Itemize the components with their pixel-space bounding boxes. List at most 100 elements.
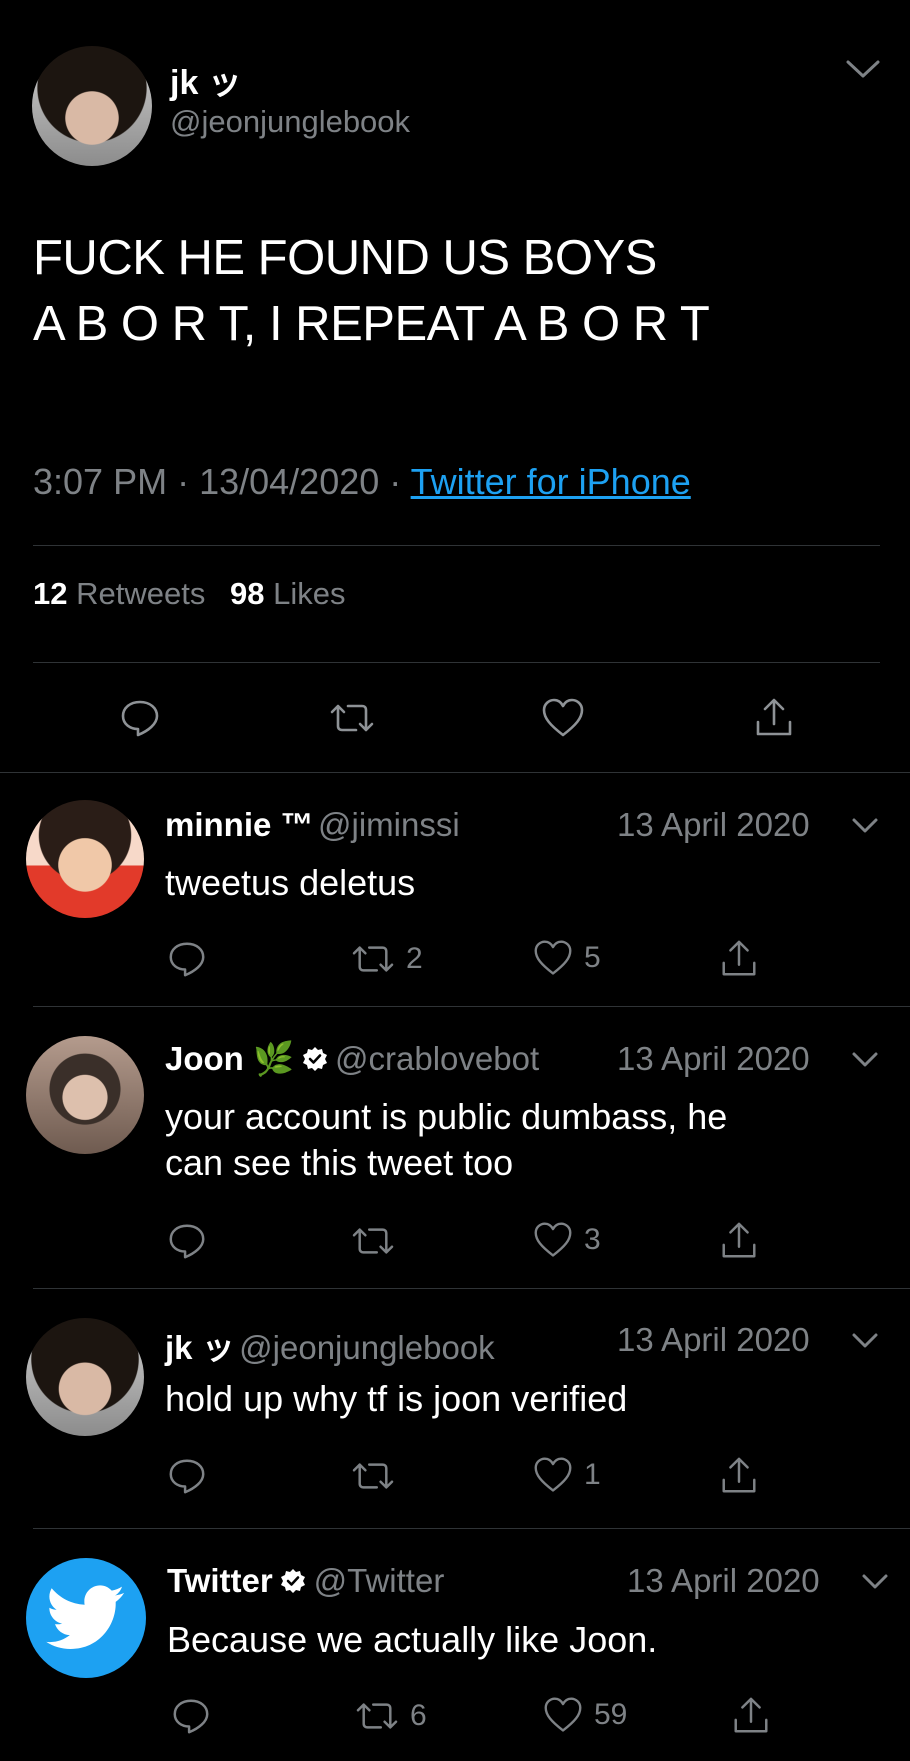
share-button[interactable] — [718, 1455, 760, 1497]
reply-date: 13 April 2020 — [617, 1321, 810, 1358]
reply-avatar[interactable] — [26, 1036, 144, 1154]
reply-display-name[interactable]: Twitter — [167, 1562, 273, 1599]
reply-text: tweetus deletus — [165, 862, 416, 903]
likes-stat[interactable]: 98 Likes — [230, 576, 345, 611]
divider — [33, 662, 880, 663]
main-tweet-text-line1: FUCK HE FOUND US BOYS — [33, 231, 657, 285]
retweets-count: 12 — [33, 576, 68, 611]
share-icon — [722, 940, 756, 976]
share-button[interactable] — [718, 1220, 760, 1262]
reply-handle[interactable]: @Twitter — [314, 1562, 445, 1599]
share-icon — [722, 1222, 756, 1258]
reply-icon — [169, 1459, 205, 1494]
reply-button[interactable] — [166, 938, 208, 980]
main-tweet-text-line2: A B O R T, I REPEAT A B O R T — [33, 297, 710, 351]
reply-date: 13 April 2020 — [617, 806, 810, 843]
main-tweet-display-name[interactable]: jk ッ — [170, 55, 242, 104]
main-tweet-handle[interactable]: @jeonjunglebook — [170, 104, 410, 140]
reply-header: minnie ™ @jiminssi — [165, 806, 460, 844]
tweet-source-link[interactable]: Twitter for iPhone — [411, 461, 691, 502]
meta-dot: · — [389, 461, 411, 502]
reply-chevron-down-icon[interactable] — [858, 1566, 892, 1601]
reply-avatar[interactable] — [26, 1558, 146, 1678]
share-icon — [756, 698, 792, 736]
like-count: 1 — [584, 1458, 601, 1491]
divider — [33, 545, 880, 546]
like-count: 59 — [594, 1698, 628, 1731]
main-tweet-chevron-down-icon[interactable] — [840, 50, 886, 86]
engagement-stats: 12 Retweets 98 Likes — [33, 576, 345, 612]
retweet-button[interactable]: 2 — [350, 940, 423, 978]
retweet-button[interactable]: 6 — [354, 1697, 427, 1735]
divider — [0, 772, 910, 773]
reply-display-name[interactable]: jk ッ — [165, 1329, 235, 1366]
likes-label: Likes — [273, 576, 346, 611]
like-button[interactable]: 3 — [532, 1220, 601, 1260]
share-icon — [734, 1697, 768, 1733]
reply-text: hold up why tf is joon verified — [165, 1378, 628, 1419]
verified-badge-icon — [301, 1045, 329, 1078]
likes-count: 98 — [229, 576, 265, 611]
reply-date: 13 April 2020 — [627, 1562, 820, 1599]
reply-handle[interactable]: @crablovebot — [335, 1040, 539, 1077]
divider — [33, 1288, 910, 1289]
reply-icon — [173, 1699, 209, 1734]
like-button[interactable]: 59 — [542, 1695, 627, 1735]
main-like-button[interactable] — [540, 696, 586, 740]
reply-header: jk ッ @jeonjunglebook — [165, 1321, 495, 1369]
reply-text: Because we actually like Joon. — [167, 1619, 658, 1660]
like-icon — [542, 698, 584, 737]
retweet-count: 2 — [406, 942, 423, 975]
retweet-count: 6 — [410, 1699, 427, 1732]
twitter-bird-icon — [46, 1585, 125, 1650]
share-icon — [722, 1457, 756, 1493]
reply-header: Joon 🌿 @crablovebot — [165, 1040, 539, 1079]
tweet-date: 13/04/2020 — [199, 461, 380, 502]
reply-display-name[interactable]: Joon 🌿 — [165, 1040, 294, 1077]
divider — [33, 1006, 910, 1007]
like-button[interactable]: 1 — [532, 1455, 601, 1495]
retweets-stat[interactable]: 12 Retweets — [33, 576, 214, 611]
reply-button[interactable] — [170, 1695, 212, 1737]
like-count: 5 — [584, 941, 601, 974]
retweet-icon — [330, 704, 374, 732]
reply-icon — [169, 942, 205, 977]
main-retweet-button[interactable] — [328, 698, 376, 738]
meta-dot: · — [177, 461, 200, 502]
retweet-icon — [356, 1703, 398, 1729]
tweet-time: 3:07 PM — [33, 461, 168, 502]
retweet-button[interactable] — [350, 1457, 396, 1495]
main-share-button[interactable] — [752, 696, 796, 740]
retweets-label: Retweets — [76, 576, 206, 611]
reply-avatar[interactable] — [26, 800, 144, 918]
reply-chevron-down-icon[interactable] — [848, 1325, 882, 1360]
retweet-button[interactable] — [350, 1222, 396, 1260]
reply-avatar[interactable] — [26, 1318, 144, 1436]
reply-text-line2: can see this tweet too — [165, 1142, 514, 1183]
like-icon — [534, 940, 572, 975]
share-button[interactable] — [718, 938, 760, 980]
reply-handle[interactable]: @jeonjunglebook — [239, 1329, 495, 1366]
like-icon — [534, 1222, 572, 1257]
main-tweet-meta: 3:07 PM · 13/04/2020 · Twitter for iPhon… — [33, 461, 691, 503]
retweet-icon — [352, 1228, 394, 1254]
like-icon — [544, 1697, 582, 1732]
reply-chevron-down-icon[interactable] — [848, 1044, 882, 1079]
main-reply-button[interactable] — [118, 696, 162, 740]
divider — [33, 1528, 910, 1529]
reply-display-name[interactable]: minnie ™ — [165, 806, 314, 843]
like-button[interactable]: 5 — [532, 938, 601, 978]
reply-icon — [169, 1224, 205, 1259]
reply-chevron-down-icon[interactable] — [848, 810, 882, 845]
main-tweet-avatar[interactable] — [32, 46, 152, 166]
reply-date: 13 April 2020 — [617, 1040, 810, 1077]
reply-button[interactable] — [166, 1220, 208, 1262]
reply-handle[interactable]: @jiminssi — [318, 806, 460, 843]
retweet-icon — [352, 946, 394, 972]
verified-badge-icon — [279, 1567, 307, 1600]
reply-header: Twitter @Twitter — [167, 1562, 444, 1600]
reply-icon — [121, 700, 159, 737]
reply-button[interactable] — [166, 1455, 208, 1497]
like-count: 3 — [584, 1223, 601, 1256]
share-button[interactable] — [730, 1695, 772, 1737]
